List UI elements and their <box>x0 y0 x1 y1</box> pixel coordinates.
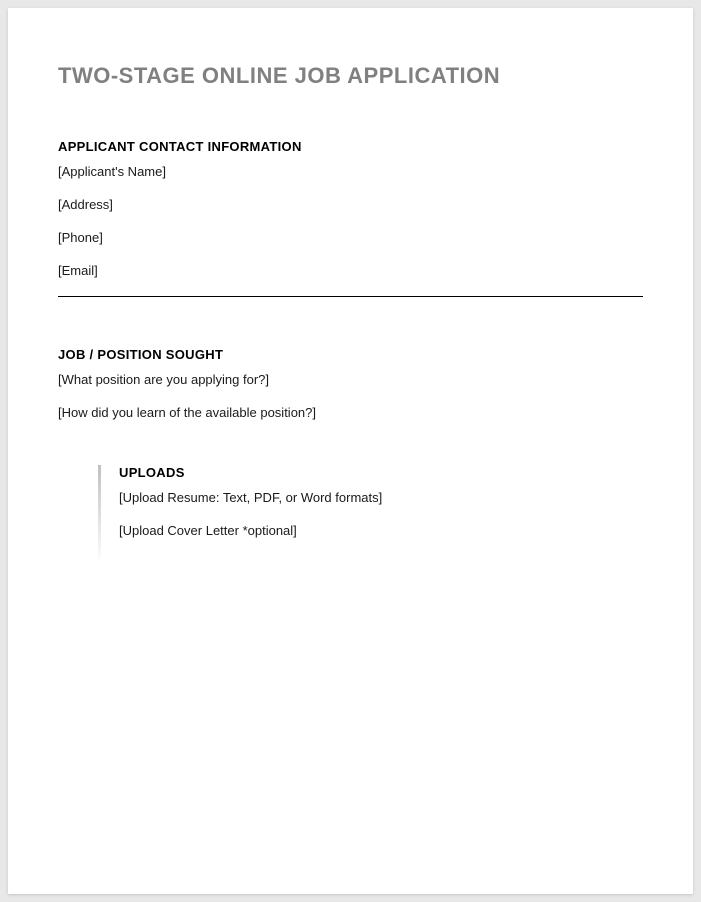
uploads-content: UPLOADS [Upload Resume: Text, PDF, or Wo… <box>119 465 382 564</box>
field-address: [Address] <box>58 197 643 212</box>
section-heading-uploads: UPLOADS <box>119 465 382 480</box>
section-job: JOB / POSITION SOUGHT [What position are… <box>58 347 643 420</box>
field-position: [What position are you applying for?] <box>58 372 643 387</box>
field-phone: [Phone] <box>58 230 643 245</box>
section-uploads: UPLOADS [Upload Resume: Text, PDF, or Wo… <box>98 465 643 564</box>
section-contact: APPLICANT CONTACT INFORMATION [Applicant… <box>58 139 643 278</box>
document-page: TWO-STAGE ONLINE JOB APPLICATION APPLICA… <box>8 8 693 894</box>
uploads-accent-bar <box>98 465 101 564</box>
section-heading-contact: APPLICANT CONTACT INFORMATION <box>58 139 643 154</box>
field-upload-resume: [Upload Resume: Text, PDF, or Word forma… <box>119 490 382 505</box>
section-heading-job: JOB / POSITION SOUGHT <box>58 347 643 362</box>
field-email: [Email] <box>58 263 643 278</box>
field-source: [How did you learn of the available posi… <box>58 405 643 420</box>
section-divider <box>58 296 643 297</box>
field-applicant-name: [Applicant's Name] <box>58 164 643 179</box>
page-title: TWO-STAGE ONLINE JOB APPLICATION <box>58 63 643 89</box>
field-upload-cover-letter: [Upload Cover Letter *optional] <box>119 523 382 538</box>
